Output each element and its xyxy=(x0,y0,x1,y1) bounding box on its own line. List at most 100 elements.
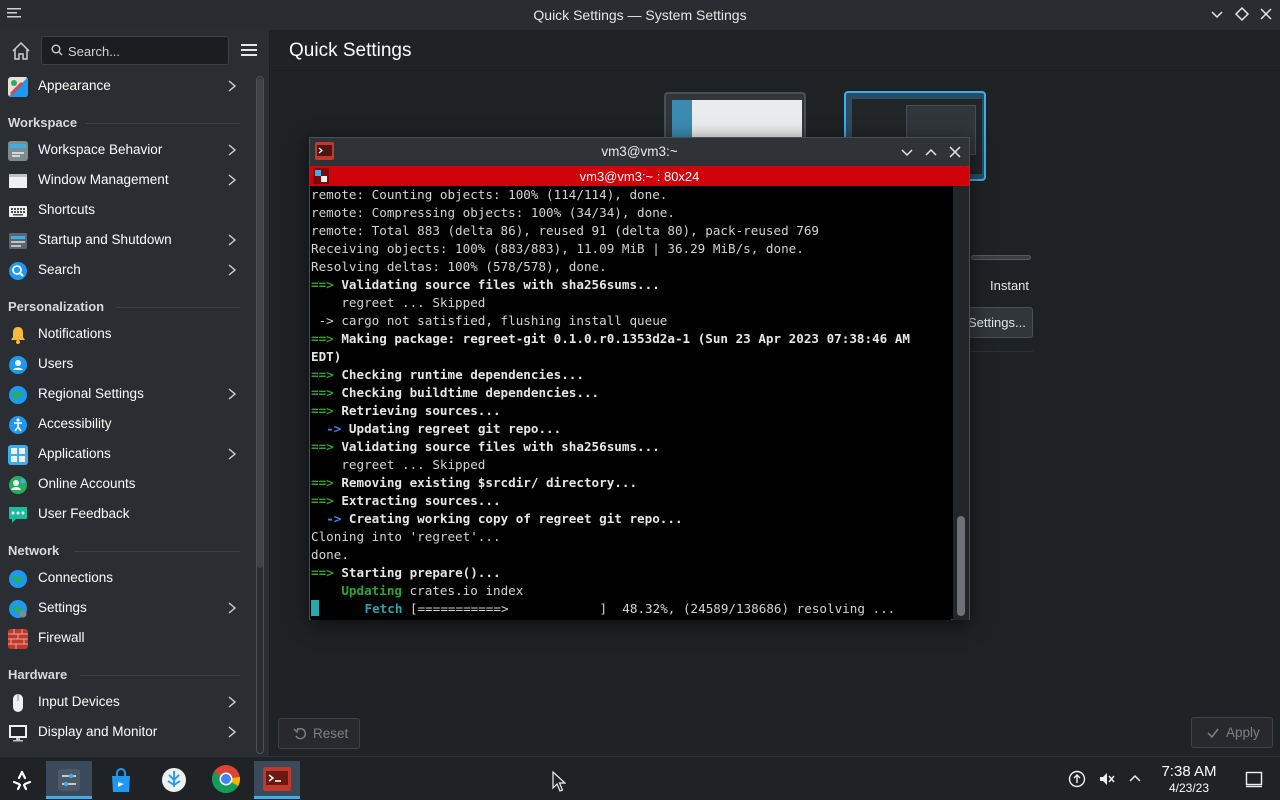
line-text: -> cargo not satisfied, flushing install… xyxy=(311,313,668,328)
terminal-titlebar[interactable]: vm3@vm3:~ xyxy=(310,138,969,166)
bell-icon xyxy=(11,327,25,344)
sidebar-item-label: Appearance xyxy=(38,78,111,93)
home-icon[interactable] xyxy=(10,40,32,62)
system-settings-icon xyxy=(58,769,80,791)
sidebar-item-notifications[interactable]: Notifications xyxy=(0,319,250,349)
show-desktop-icon[interactable] xyxy=(1245,770,1263,788)
section-divider xyxy=(80,675,240,676)
sidebar-item-workspace-behavior[interactable]: Workspace Behavior xyxy=(0,135,250,165)
terminal-line: ==> Starting prepare()... xyxy=(311,564,951,582)
taskbar-kde-app[interactable] xyxy=(151,761,197,799)
line-text: remote: Total 883 (delta 86), reused 91 … xyxy=(311,223,819,238)
sidebar-item-regional-settings[interactable]: Regional Settings xyxy=(0,379,250,409)
applications-icon xyxy=(8,445,28,465)
sidebar-item-label: Display and Monitor xyxy=(38,724,158,739)
sidebar-item-label: Applications xyxy=(38,446,111,461)
animation-speed-slider[interactable] xyxy=(971,255,1031,260)
prompt-arrow: ==> xyxy=(311,385,334,400)
clock-date[interactable]: 4/23/23 xyxy=(1150,781,1228,795)
sidebar-item-search[interactable]: Search xyxy=(0,255,250,285)
terminal-output[interactable]: remote: Counting objects: 100% (114/114)… xyxy=(311,186,951,620)
sidebar-item-startup-shutdown[interactable]: Startup and Shutdown xyxy=(0,225,250,255)
sidebar-item-firewall[interactable]: Firewall xyxy=(0,623,250,653)
terminal-line: Updating crates.io index xyxy=(311,582,951,600)
konsole-window[interactable]: vm3@vm3:~ vm3@vm3:~ : 80x24 remote: Coun… xyxy=(309,137,970,620)
sidebar-item-connections[interactable]: Connections xyxy=(0,563,250,593)
sidebar-item-network-settings[interactable]: Settings xyxy=(0,593,250,623)
sidebar-item-accessibility[interactable]: Accessibility xyxy=(0,409,250,439)
close-icon[interactable] xyxy=(947,144,963,160)
prompt-arrow: ==> xyxy=(311,403,334,418)
sidebar-item-label: Users xyxy=(38,356,74,371)
sidebar-item-label: User Feedback xyxy=(38,506,130,521)
terminal-tab-title: vm3@vm3:~ : 80x24 xyxy=(579,169,700,184)
line-text: Receiving objects: 100% (883/883), 11.09… xyxy=(311,241,804,256)
taskbar-system-settings[interactable] xyxy=(46,761,92,799)
terminal-line: ==> Validating source files with sha256s… xyxy=(311,276,951,294)
sidebar-item-users[interactable]: Users xyxy=(0,349,250,379)
chevron-right-icon xyxy=(228,602,237,614)
taskbar-discover[interactable] xyxy=(98,761,144,799)
expand-tray-icon[interactable] xyxy=(1126,770,1144,788)
sidebar-scrollbar-thumb[interactable] xyxy=(257,78,263,568)
line-text: Extracting sources... xyxy=(333,493,501,508)
update-icon[interactable] xyxy=(1068,770,1086,788)
prompt-arrow: ==> xyxy=(311,277,334,292)
globe-icon xyxy=(9,570,27,588)
sidebar-item-shortcuts[interactable]: Shortcuts xyxy=(0,195,250,225)
application-launcher[interactable] xyxy=(0,761,46,799)
line-text: regreet ... Skipped xyxy=(311,295,486,310)
taskbar-konsole[interactable] xyxy=(254,761,300,799)
application-launcher-icon xyxy=(12,770,32,791)
restore-icon[interactable] xyxy=(1234,6,1250,22)
terminal-scrollbar-thumb[interactable] xyxy=(957,516,965,616)
terminal-line: ==> Checking runtime dependencies... xyxy=(311,366,951,384)
terminal-scrollbar[interactable] xyxy=(953,186,969,620)
sidebar-item-appearance[interactable]: Appearance xyxy=(0,71,250,101)
accessibility-icon xyxy=(9,416,27,434)
chevron-right-icon xyxy=(228,726,237,738)
chevron-right-icon xyxy=(228,448,237,460)
clock-time[interactable]: 7:38 AM xyxy=(1150,763,1228,780)
terminal-tab[interactable]: vm3@vm3:~ : 80x24 xyxy=(310,166,969,186)
minimize-icon[interactable] xyxy=(899,144,915,160)
page-title: Quick Settings xyxy=(289,40,412,61)
close-icon[interactable] xyxy=(1258,6,1274,22)
more-settings-button[interactable]: Settings... xyxy=(959,307,1033,338)
sidebar-item-user-feedback[interactable]: User Feedback xyxy=(0,499,250,529)
terminal-line: EDT) xyxy=(311,348,951,366)
sidebar-item-window-management[interactable]: Window Management xyxy=(0,165,250,195)
window-titlebar[interactable]: Quick Settings — System Settings xyxy=(0,0,1280,30)
line-text: [===========> ] 48.32%, (24589/138686) r… xyxy=(402,601,896,616)
maximize-icon[interactable] xyxy=(923,144,939,160)
reset-button[interactable]: Reset xyxy=(278,718,360,749)
chevron-right-icon xyxy=(228,144,237,156)
search-icon xyxy=(51,44,63,56)
section-divider xyxy=(116,307,240,308)
sidebar-item-label: Online Accounts xyxy=(38,476,136,491)
users-icon xyxy=(9,356,27,374)
hamburger-menu-icon[interactable] xyxy=(240,41,258,59)
terminal-line: Receiving objects: 100% (883/883), 11.09… xyxy=(311,240,951,258)
search-field[interactable] xyxy=(41,36,229,65)
prompt-arrow: ==> xyxy=(311,439,334,454)
sidebar-item-online-accounts[interactable]: Online Accounts xyxy=(0,469,250,499)
sidebar-item-applications[interactable]: Applications xyxy=(0,439,250,469)
line-text: Cloning into 'regreet'... xyxy=(311,529,501,544)
volume-muted-icon[interactable] xyxy=(1098,770,1116,788)
sidebar-item-label: Input Devices xyxy=(38,694,120,709)
apply-button[interactable]: Apply xyxy=(1191,717,1273,748)
taskbar-chrome[interactable] xyxy=(203,761,249,799)
chevron-right-icon xyxy=(228,696,237,708)
sub-arrow: -> xyxy=(311,421,342,436)
terminal-line: Cloning into 'regreet'... xyxy=(311,528,951,546)
line-text: Checking runtime dependencies... xyxy=(333,367,584,382)
terminal-line: ==> Making package: regreet-git 0.1.0.r0… xyxy=(311,330,951,348)
line-text: EDT) xyxy=(311,349,342,364)
sidebar-item-display-monitor[interactable]: Display and Monitor xyxy=(0,717,250,747)
sidebar-item-input-devices[interactable]: Input Devices xyxy=(0,687,250,717)
sidebar-item-label: Search xyxy=(38,262,81,277)
minimize-icon[interactable] xyxy=(1209,6,1225,22)
keyboard-icon xyxy=(9,206,27,217)
search-input[interactable] xyxy=(68,41,223,61)
